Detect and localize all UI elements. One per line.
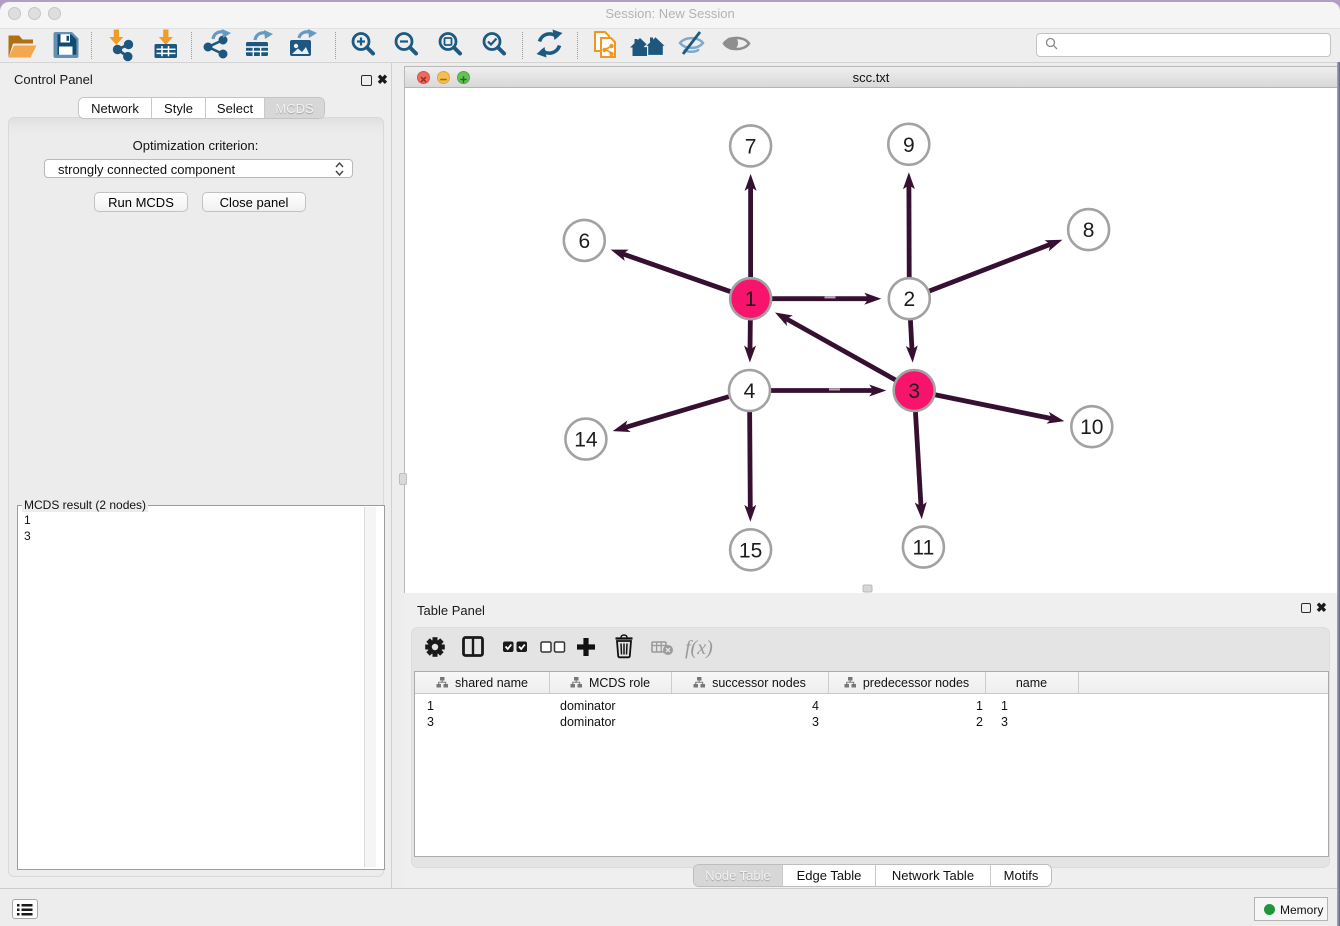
svg-text:11: 11 bbox=[912, 537, 934, 560]
svg-text:9: 9 bbox=[903, 134, 915, 157]
svg-text:3: 3 bbox=[908, 380, 920, 403]
svg-text:14: 14 bbox=[574, 429, 598, 452]
svg-text:7: 7 bbox=[745, 135, 757, 158]
svg-text:15: 15 bbox=[739, 539, 762, 562]
svg-text:f(x): f(x) bbox=[685, 637, 713, 659]
svg-text:1: 1 bbox=[745, 288, 757, 311]
svg-text:2: 2 bbox=[903, 288, 915, 311]
svg-text:10: 10 bbox=[1080, 416, 1103, 439]
svg-text:6: 6 bbox=[578, 230, 590, 253]
svg-text:8: 8 bbox=[1083, 219, 1095, 242]
svg-text:4: 4 bbox=[744, 380, 756, 403]
